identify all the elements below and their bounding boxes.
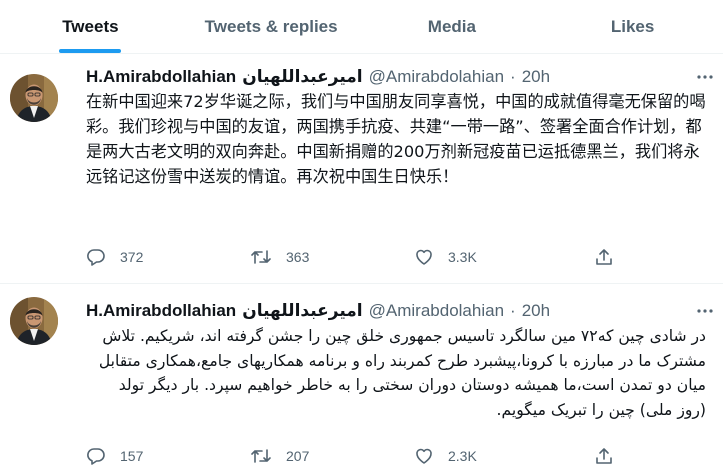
retweet-icon <box>250 247 272 267</box>
author-name[interactable]: H.Amirabdollahian <box>86 67 236 87</box>
author-handle[interactable]: @Amirabdolahian <box>369 67 504 87</box>
tab-label: Tweets <box>62 16 119 36</box>
avatar[interactable] <box>10 74 58 122</box>
active-tab-indicator <box>59 49 122 53</box>
tweet-header: H.Amirabdollahian امیرعبداللهیان @Amirab… <box>86 300 550 322</box>
tweet-text: 在新中国迎来72岁华诞之际，我们与中国朋友同享喜悦，中国的成就值得毫无保留的喝彩… <box>86 92 706 186</box>
like-button[interactable]: 3.3K <box>414 246 477 268</box>
reply-count: 372 <box>120 249 144 265</box>
reply-icon <box>86 247 106 267</box>
share-icon <box>594 247 614 267</box>
retweet-count: 363 <box>286 249 310 265</box>
reply-button[interactable]: 157 <box>86 445 143 467</box>
share-icon <box>594 446 614 466</box>
tab-media[interactable]: Media <box>362 0 543 53</box>
author-handle[interactable]: @Amirabdolahian <box>369 301 504 321</box>
timestamp[interactable]: 20h <box>522 67 550 87</box>
tab-tweets-and-replies[interactable]: Tweets & replies <box>181 0 362 53</box>
separator-dot: · <box>510 67 516 86</box>
retweet-icon <box>250 446 272 466</box>
heart-icon <box>414 446 434 466</box>
like-button[interactable]: 2.3K <box>414 445 477 467</box>
retweet-button[interactable]: 363 <box>250 246 309 268</box>
tweet-actions: 157 207 2.3K <box>86 445 626 467</box>
tweet-header: H.Amirabdollahian امیرعبداللهیان @Amirab… <box>86 66 550 88</box>
tweet-actions: 372 363 3.3K <box>86 246 626 268</box>
timestamp[interactable]: 20h <box>522 301 550 321</box>
tweet[interactable]: H.Amirabdollahian امیرعبداللهیان @Amirab… <box>0 55 723 284</box>
profile-tabs: Tweets Tweets & replies Media Likes <box>0 0 723 54</box>
author-name-persian[interactable]: امیرعبداللهیان <box>242 67 362 87</box>
like-count: 2.3K <box>448 448 477 464</box>
share-button[interactable] <box>594 445 614 467</box>
separator-dot: · <box>510 301 516 320</box>
author-name[interactable]: H.Amirabdollahian <box>86 301 236 321</box>
more-options-icon[interactable] <box>696 300 714 322</box>
author-name-persian[interactable]: امیرعبداللهیان <box>242 301 362 321</box>
tab-label: Tweets & replies <box>204 16 338 36</box>
tab-tweets[interactable]: Tweets <box>0 0 181 53</box>
reply-button[interactable]: 372 <box>86 246 143 268</box>
tweet[interactable]: H.Amirabdollahian امیرعبداللهیان @Amirab… <box>0 285 723 472</box>
tweet-text: در شادی چین که۷۲ مین سالگرد تاسیس جمهوری… <box>98 327 706 419</box>
heart-icon <box>414 247 434 267</box>
share-button[interactable] <box>594 246 614 268</box>
retweet-button[interactable]: 207 <box>250 445 309 467</box>
reply-icon <box>86 446 106 466</box>
tab-label: Likes <box>610 16 655 36</box>
tab-likes[interactable]: Likes <box>542 0 723 53</box>
reply-count: 157 <box>120 448 144 464</box>
tab-label: Media <box>427 16 476 36</box>
more-options-icon[interactable] <box>696 66 714 88</box>
retweet-count: 207 <box>286 448 310 464</box>
avatar[interactable] <box>10 297 58 345</box>
like-count: 3.3K <box>448 249 477 265</box>
